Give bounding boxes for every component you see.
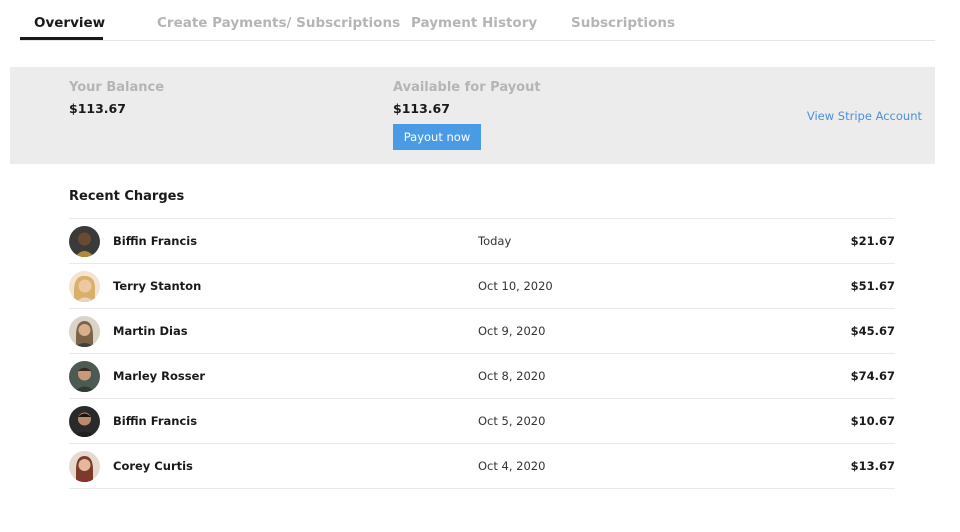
tab-payment-history[interactable]: Payment History <box>411 0 537 40</box>
charge-row[interactable]: Terry Stanton Oct 10, 2020 $51.67 <box>69 264 895 309</box>
available-payout-value: $113.67 <box>393 101 450 116</box>
payout-now-button[interactable]: Payout now <box>393 124 481 150</box>
charge-row[interactable]: Martin Dias Oct 9, 2020 $45.67 <box>69 309 895 354</box>
charge-date: Today <box>478 234 512 248</box>
avatar <box>69 361 100 392</box>
charge-name: Marley Rosser <box>113 369 206 383</box>
charge-date: Oct 9, 2020 <box>478 324 546 338</box>
tab-subscriptions[interactable]: Subscriptions <box>571 0 675 40</box>
tab-create-payments[interactable]: Create Payments/ Subscriptions <box>157 0 400 40</box>
charge-date: Oct 10, 2020 <box>478 279 553 293</box>
avatar <box>69 226 100 257</box>
avatar <box>69 271 100 302</box>
charge-name: Corey Curtis <box>113 459 193 473</box>
charge-name: Biffin Francis <box>113 234 198 248</box>
tab-overview[interactable]: Overview <box>34 0 105 40</box>
charge-amount: $45.67 <box>850 324 895 338</box>
charge-amount: $10.67 <box>850 414 895 428</box>
avatar <box>69 406 100 437</box>
active-tab-indicator <box>20 37 103 40</box>
charge-name: Martin Dias <box>113 324 188 338</box>
charge-date: Oct 8, 2020 <box>478 369 546 383</box>
recent-charges-title: Recent Charges <box>69 189 185 204</box>
avatar <box>69 316 100 347</box>
avatar <box>69 451 100 482</box>
recent-charges-list: Biffin Francis Today $21.67 Terry Stanto… <box>69 218 895 489</box>
charge-row[interactable]: Marley Rosser Oct 8, 2020 $74.67 <box>69 354 895 399</box>
your-balance-label: Your Balance <box>69 80 165 95</box>
your-balance-value: $113.67 <box>69 101 126 116</box>
balance-panel: Your Balance $113.67 Available for Payou… <box>10 67 935 164</box>
available-payout-label: Available for Payout <box>393 80 541 95</box>
charge-row[interactable]: Biffin Francis Oct 5, 2020 $10.67 <box>69 399 895 444</box>
charge-amount: $74.67 <box>850 369 895 383</box>
charge-date: Oct 5, 2020 <box>478 414 546 428</box>
tab-bar: Overview Create Payments/ Subscriptions … <box>20 0 935 41</box>
charge-name: Terry Stanton <box>113 279 202 293</box>
charge-date: Oct 4, 2020 <box>478 459 546 473</box>
charge-amount: $21.67 <box>850 234 895 248</box>
charge-amount: $51.67 <box>850 279 895 293</box>
charge-row[interactable]: Corey Curtis Oct 4, 2020 $13.67 <box>69 444 895 489</box>
charge-name: Biffin Francis <box>113 414 198 428</box>
charge-amount: $13.67 <box>850 459 895 473</box>
charge-row[interactable]: Biffin Francis Today $21.67 <box>69 219 895 264</box>
view-stripe-account-link[interactable]: View Stripe Account <box>807 109 922 123</box>
